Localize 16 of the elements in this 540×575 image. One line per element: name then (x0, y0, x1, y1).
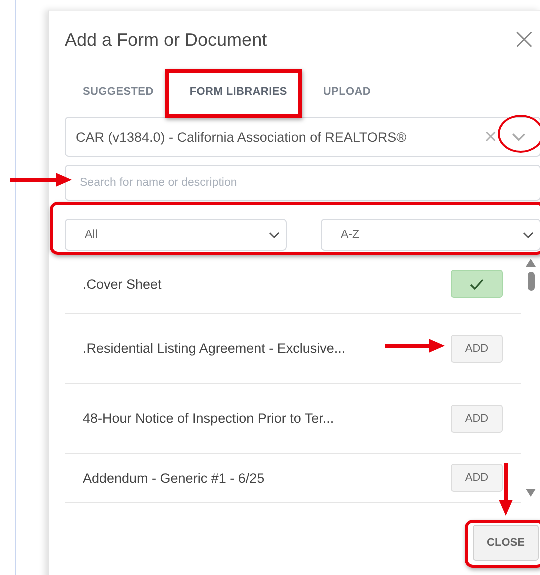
form-name: Addendum - Generic #1 - 6/25 (83, 470, 265, 486)
tab[interactable]: UPLOAD (323, 80, 372, 106)
filter-select[interactable]: All (65, 219, 287, 251)
tab[interactable]: FORM LIBRARIES (190, 80, 288, 106)
add-button[interactable]: ADD (451, 464, 503, 492)
form-name: .Cover Sheet (83, 276, 162, 292)
tab[interactable]: SUGGESTED (83, 80, 154, 106)
close-button[interactable]: CLOSE (473, 525, 539, 561)
filter-select[interactable]: A-Z (321, 219, 540, 251)
search-field[interactable]: Search for name or description (65, 165, 540, 201)
add-button[interactable]: ADD (451, 334, 503, 362)
library-select[interactable]: CAR (v1384.0) - California Association of REALTORS® × (65, 117, 540, 157)
add-button[interactable]: ADD (451, 404, 503, 432)
form-name: 48-Hour Notice of Inspection Prior to Ter... (83, 411, 334, 426)
dialog-title: Add a Form or Document (65, 30, 268, 50)
form-name: .Residential Listing Agreement - Exclusive... (83, 341, 346, 356)
